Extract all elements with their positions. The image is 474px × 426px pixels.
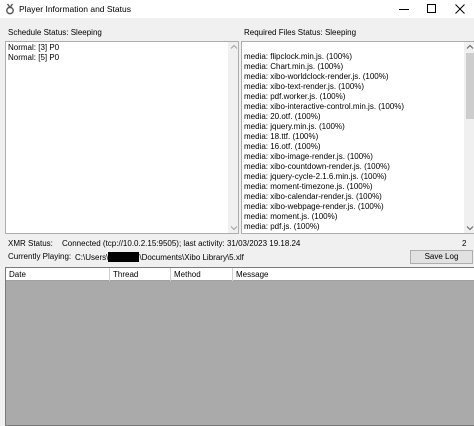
scroll-down-icon[interactable] <box>465 223 474 233</box>
required-file-item[interactable]: media: xibo-interactive-control.min.js. … <box>244 102 404 111</box>
required-file-item[interactable]: media: moment.js. (100%) <box>244 212 337 221</box>
required-files-status-value: Sleeping <box>324 28 357 37</box>
required-file-item[interactable]: media: Chart.min.js. (100%) <box>244 62 343 71</box>
xibo-app-icon <box>5 3 15 15</box>
required-file-item[interactable]: media: pdf.js. (100%) <box>244 222 320 231</box>
schedule-item[interactable]: Normal: [3] P0 <box>8 43 59 52</box>
currently-playing-path: C:\Users\ \Documents\Xibo Library\5.xlf <box>75 252 244 262</box>
column-header-date[interactable]: Date <box>6 268 110 281</box>
files-scrollbar[interactable] <box>464 42 474 233</box>
path-end: \Documents\Xibo Library\5.xlf <box>139 253 244 262</box>
log-table[interactable]: Date Thread Method Message <box>5 267 474 426</box>
column-header-message[interactable]: Message <box>233 268 474 281</box>
schedule-scrollbar[interactable] <box>228 42 238 233</box>
close-icon <box>455 4 465 14</box>
required-file-item[interactable]: media: jquery-cycle-2.1.6.min.js. (100%) <box>244 172 387 181</box>
scroll-down-icon[interactable] <box>229 223 238 233</box>
required-file-item[interactable]: media: flipclock.min.js. (100%) <box>244 52 352 61</box>
required-files-caption: Required Files Status: <box>244 28 323 37</box>
log-table-header: Date Thread Method Message <box>6 268 474 281</box>
redacted-username <box>108 252 140 262</box>
minimize-button[interactable] <box>390 0 418 18</box>
column-header-method[interactable]: Method <box>171 268 233 281</box>
required-files-list[interactable]: media: flipclock.min.js. (100%) media: Ch… <box>241 41 474 234</box>
required-file-item[interactable]: media: moment-timezone.js. (100%) <box>244 182 373 191</box>
schedule-item[interactable]: Normal: [5] P0 <box>8 53 59 62</box>
schedule-status-value: Sleeping <box>70 28 102 37</box>
xmr-count: 2 <box>462 239 467 248</box>
save-log-button[interactable]: Save Log <box>410 250 473 264</box>
maximize-icon <box>427 4 436 13</box>
required-file-item[interactable]: media: pdf.worker.js. (100%) <box>244 92 345 101</box>
required-file-item[interactable]: media: xibo-worldclock-render.js. (100%) <box>244 72 389 81</box>
xmr-status-value: Connected (tcp://10.0.2.15:9505); last a… <box>62 239 301 248</box>
required-file-item[interactable]: media: xibo-calendar-render.js. (100%) <box>244 192 382 201</box>
window-title: Player Information and Status <box>19 4 131 14</box>
close-button[interactable] <box>446 0 474 18</box>
required-files-status-label: Required Files Status: Sleeping <box>244 28 356 37</box>
xmr-status-label: XMR Status: <box>8 239 53 248</box>
minimize-icon <box>399 9 409 10</box>
required-file-item[interactable]: media: xibo-webpage-render.js. (100%) <box>244 202 384 211</box>
required-file-item[interactable]: media: xibo-image-render.js. (100%) <box>244 152 373 161</box>
required-file-item[interactable]: media: xibo-countdown-render.js. (100%) <box>244 162 390 171</box>
path-start: C:\Users\ <box>75 253 109 262</box>
scroll-up-icon[interactable] <box>465 42 474 52</box>
schedule-status-label: Schedule Status: Sleeping <box>8 28 102 37</box>
maximize-button[interactable] <box>418 0 446 18</box>
scroll-thumb[interactable] <box>466 53 474 119</box>
schedule-status-caption: Schedule Status: <box>8 28 69 37</box>
required-file-item[interactable]: media: xibo-layout-scaler.js. (100%) <box>244 232 371 233</box>
column-header-thread[interactable]: Thread <box>110 268 171 281</box>
currently-playing-label: Currently Playing: <box>8 252 72 261</box>
required-file-item[interactable]: media: 20.otf. (100%) <box>244 112 320 121</box>
required-file-item[interactable]: media: jquery.min.js. (100%) <box>244 122 345 131</box>
required-file-item[interactable]: media: 16.otf. (100%) <box>244 142 320 151</box>
schedule-list[interactable]: Normal: [3] P0 Normal: [5] P0 <box>5 41 239 234</box>
required-file-item[interactable]: media: xibo-text-render.js. (100%) <box>244 82 364 91</box>
title-bar[interactable]: Player Information and Status <box>0 0 474 18</box>
required-file-item[interactable]: media: 18.ttf. (100%) <box>244 132 318 141</box>
scroll-up-icon[interactable] <box>229 42 238 52</box>
